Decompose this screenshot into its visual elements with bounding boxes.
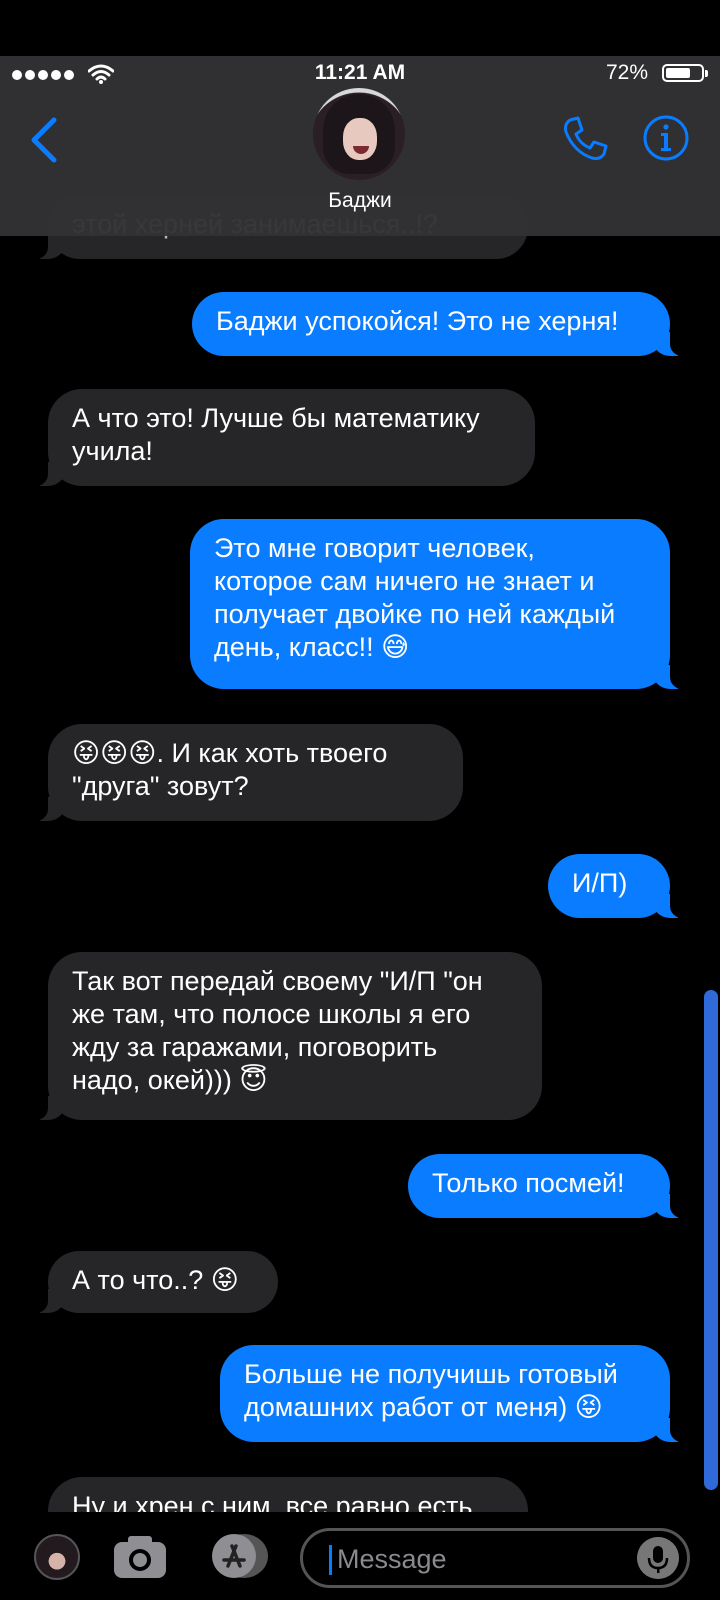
message-bubble-incoming[interactable]: Ну и хрен с ним, все равно есть bbox=[48, 1477, 528, 1512]
text-caret bbox=[329, 1545, 332, 1575]
message-bubble-outgoing[interactable]: И/П) bbox=[548, 854, 684, 918]
microphone-button[interactable] bbox=[637, 1537, 679, 1579]
phone-icon bbox=[564, 116, 608, 160]
back-button[interactable] bbox=[24, 112, 64, 168]
status-bar: 11:21 AM 72% bbox=[0, 56, 720, 92]
message-bubble-incoming[interactable]: А то что..? 😝 bbox=[34, 1251, 278, 1313]
call-button[interactable] bbox=[560, 114, 610, 164]
conversation-header: 11:21 AM 72% Баджи bbox=[0, 56, 720, 236]
contact-name[interactable]: Баджи bbox=[0, 189, 720, 213]
apps-button[interactable] bbox=[204, 1532, 272, 1580]
scrollbar[interactable] bbox=[704, 990, 718, 1490]
battery-percent: 72% bbox=[605, 61, 648, 84]
messages-screen: этой херней занимаешься..!? Баджи успоко… bbox=[0, 0, 720, 1600]
message-placeholder: Message bbox=[337, 1544, 447, 1574]
message-bubble-outgoing[interactable]: Только посмей! bbox=[408, 1154, 684, 1218]
camera-button[interactable] bbox=[112, 1532, 168, 1580]
battery-level bbox=[666, 68, 690, 78]
message-bubble-outgoing[interactable]: Больше не получишь готовый домашних рабо… bbox=[220, 1345, 684, 1442]
contact-avatar[interactable] bbox=[313, 88, 405, 180]
message-input[interactable]: Message bbox=[300, 1528, 690, 1588]
chevron-left-icon bbox=[31, 117, 57, 163]
message-bubble-incoming[interactable]: Так вот передай своему "И/П "он же там, … bbox=[34, 952, 542, 1120]
info-button[interactable] bbox=[642, 114, 690, 162]
battery-icon bbox=[662, 64, 708, 82]
app-store-icon bbox=[212, 1534, 256, 1578]
message-bubble-outgoing[interactable]: Это мне говорит человек, которое сам нич… bbox=[190, 519, 684, 689]
memoji-avatar-button[interactable] bbox=[34, 1534, 80, 1580]
input-bar: Message bbox=[0, 1512, 720, 1600]
message-bubble-outgoing[interactable]: Баджи успокойся! Это не херня! bbox=[192, 292, 684, 356]
microphone-icon bbox=[653, 1546, 663, 1563]
message-bubble-incoming[interactable]: А что это! Лучше бы математику учила! bbox=[34, 389, 535, 486]
message-bubble-incoming[interactable]: 😝😝😝. И как хоть твоего "друга" зовут? bbox=[34, 724, 463, 821]
